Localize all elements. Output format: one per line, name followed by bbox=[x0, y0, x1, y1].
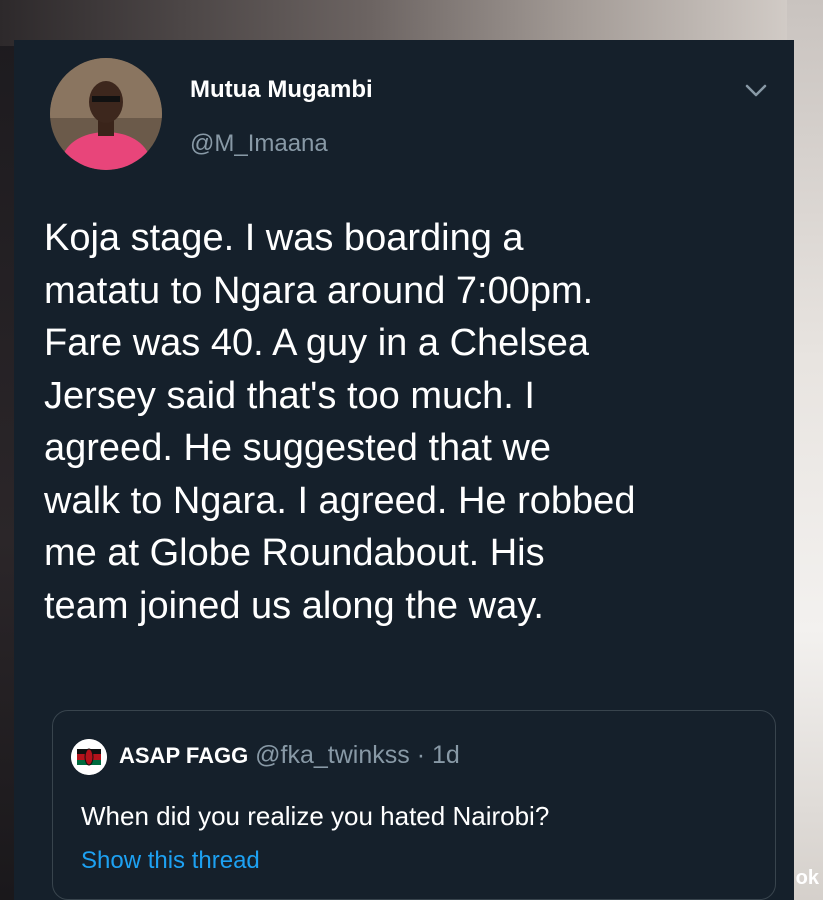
author-avatar[interactable] bbox=[50, 58, 162, 170]
author-display-name[interactable]: Mutua Mugambi bbox=[190, 76, 373, 104]
quoted-display-name[interactable]: ASAP FAGG bbox=[119, 743, 248, 768]
tweet-card: Mutua Mugambi @M_Imaana Koja stage. I wa… bbox=[14, 40, 794, 900]
show-thread-link[interactable]: Show this thread bbox=[81, 847, 260, 875]
quoted-tweet[interactable]: ASAP FAGG @fka_twinkss · 1d When did you… bbox=[52, 710, 776, 900]
background-corner-text: ok bbox=[795, 867, 819, 889]
quoted-header: ASAP FAGG @fka_twinkss · 1d bbox=[119, 741, 460, 770]
kenya-flag-avatar-icon bbox=[71, 739, 107, 775]
tweet-text: Koja stage. I was boarding a matatu to N… bbox=[44, 217, 636, 627]
chevron-down-icon[interactable] bbox=[744, 82, 768, 100]
quoted-separator: · bbox=[416, 741, 426, 769]
profile-photo-icon bbox=[50, 58, 162, 170]
quoted-avatar[interactable] bbox=[71, 739, 107, 775]
quoted-text: When did you realize you hated Nairobi? bbox=[81, 801, 550, 831]
quoted-time[interactable]: 1d bbox=[432, 741, 460, 769]
quoted-handle[interactable]: @fka_twinkss bbox=[255, 741, 410, 769]
author-handle[interactable]: @M_Imaana bbox=[190, 130, 328, 158]
